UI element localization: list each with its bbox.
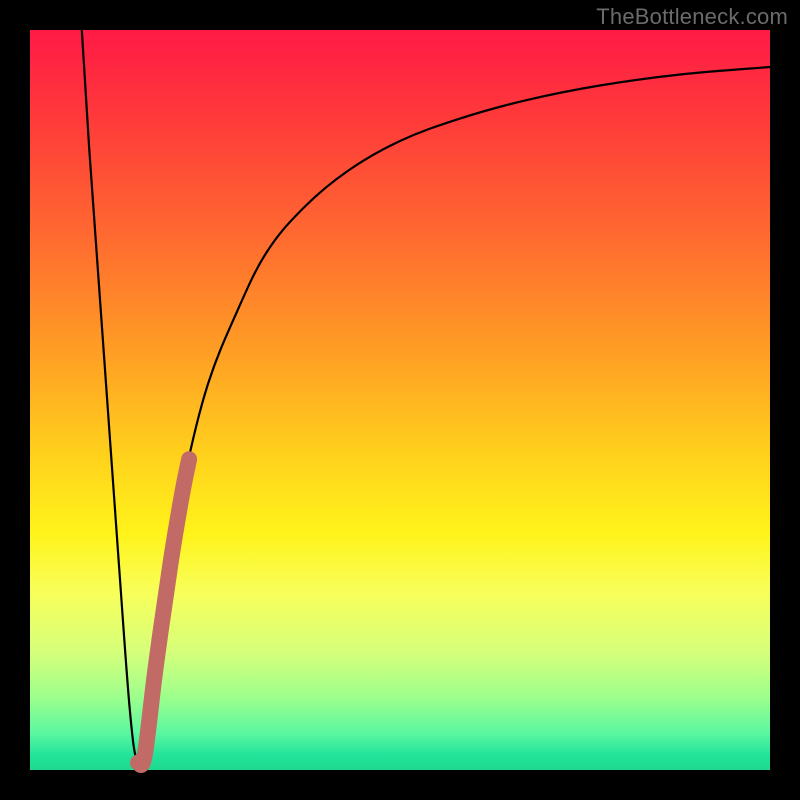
bottleneck-curve (82, 30, 770, 769)
chart-frame: TheBottleneck.com (0, 0, 800, 800)
watermark-label: TheBottleneck.com (596, 4, 788, 30)
chart-svg (30, 30, 770, 770)
plot-area (30, 30, 770, 770)
highlight-segment (138, 459, 189, 765)
